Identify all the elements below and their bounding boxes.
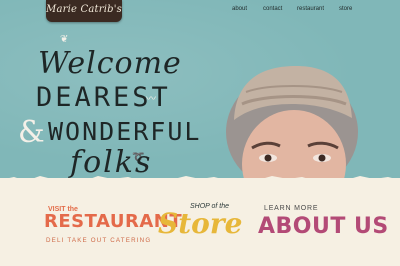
nav-item-about[interactable]: about xyxy=(232,6,247,12)
restaurant-subtitle: DELI TAKE OUT CATERING xyxy=(46,237,152,244)
hero-banner: Marie Catrib's about contact restaurant … xyxy=(0,0,400,180)
hero-line-dearest: DEAREST xyxy=(36,82,171,113)
hero-line-welcome: Welcome xyxy=(38,46,182,81)
store-title: Store xyxy=(158,207,243,240)
about-title: ABOUT US xyxy=(258,214,389,239)
nav-item-restaurant[interactable]: restaurant xyxy=(297,6,324,12)
nav-item-contact[interactable]: contact xyxy=(263,6,282,12)
leaf-icon: ❦ xyxy=(60,34,69,45)
top-nav: about contact restaurant store xyxy=(0,6,400,18)
hero-ampersand: & xyxy=(18,115,45,150)
nav-item-store[interactable]: store xyxy=(339,6,352,12)
hero-line-wonderful: WONDERFUL xyxy=(48,117,202,146)
portrait-photo xyxy=(226,66,358,180)
learn-more-label: LEARN MORE xyxy=(264,205,319,212)
